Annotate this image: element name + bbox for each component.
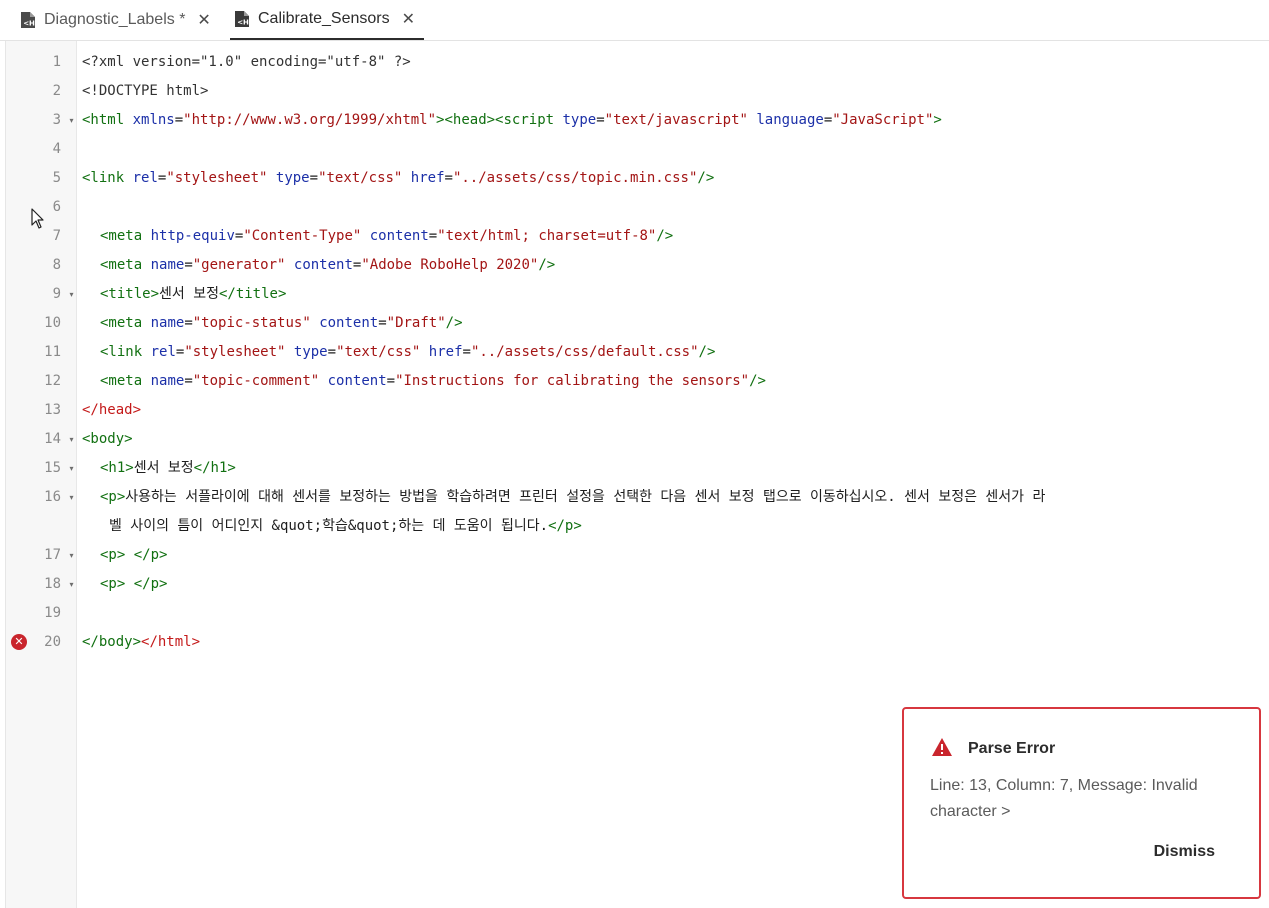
tab-diagnostic-labels[interactable]: <H Diagnostic_Labels * ✕ (20, 0, 216, 40)
code-line: <title>센서 보정</title> (100, 286, 287, 302)
svg-text:<H: <H (237, 19, 249, 27)
code-line: <meta http-equiv="Content-Type" content=… (100, 228, 674, 244)
fold-toggle-icon[interactable]: ▾ (67, 570, 76, 599)
line-number: 5 (52, 170, 61, 186)
line-number: 8 (52, 257, 61, 273)
code-line: <p> </p> (100, 576, 168, 592)
tab-label: Calibrate_Sensors (258, 10, 390, 27)
code-line: <meta name="generator" content="Adobe Ro… (100, 257, 556, 273)
code-line: <link rel="stylesheet" type="text/css" h… (100, 344, 716, 360)
tab-calibrate-sensors[interactable]: <H Calibrate_Sensors ✕ (230, 0, 424, 40)
line-number: 9 (52, 286, 61, 302)
fold-toggle-icon[interactable]: ▾ (67, 106, 76, 135)
alert-triangle-icon (932, 738, 952, 756)
code-line: <body> (82, 431, 133, 447)
line-number: 15 (44, 460, 61, 476)
fold-toggle-icon[interactable]: ▾ (67, 541, 76, 570)
line-number: 12 (44, 373, 61, 389)
line-number: 20 (44, 634, 61, 650)
line-number: 13 (44, 402, 61, 418)
line-number: 11 (44, 344, 61, 360)
line-number-gutter: 1 2 3 ▾ 4 5 6 7 8 9 ▾ 10 11 12 13 14 ▾ 1… (6, 41, 77, 908)
line-number: 14 (44, 431, 61, 447)
close-icon[interactable]: ✕ (197, 10, 210, 30)
code-line: </head> (82, 402, 142, 418)
line-number: 17 (44, 547, 61, 563)
line-number: 16 (44, 489, 61, 505)
line-number: 10 (44, 315, 61, 331)
html-file-icon: <H (235, 11, 249, 27)
dismiss-button[interactable]: Dismiss (1154, 843, 1215, 861)
code-line: <h1>센서 보정</h1> (100, 460, 236, 476)
fold-toggle-icon[interactable]: ▾ (67, 425, 76, 454)
toast-message: Line: 13, Column: 7, Message: Invalid ch… (930, 777, 1198, 820)
line-number: 2 (52, 83, 61, 99)
code-line: <link rel="stylesheet" type="text/css" h… (82, 170, 715, 186)
code-line: <p>사용하는 서플라이에 대해 센서를 보정하는 방법을 학습하려면 프린터 … (100, 489, 1046, 505)
code-line: <?xml version="1.0" encoding="utf-8" ?> (82, 54, 411, 70)
close-icon[interactable]: ✕ (402, 9, 415, 29)
html-file-icon: <H (21, 12, 35, 28)
line-number: 19 (44, 605, 61, 621)
svg-text:<H: <H (23, 20, 35, 28)
mouse-pointer-icon (31, 208, 44, 229)
code-line-wrap: 벨 사이의 틈이 어디인지 &quot;학습&quot;하는 데 도움이 됩니다… (109, 518, 582, 534)
code-line: </body></html> (82, 634, 201, 650)
fold-toggle-icon[interactable]: ▾ (67, 280, 76, 309)
line-number: 3 (52, 112, 61, 128)
toast-title: Parse Error (968, 740, 1056, 757)
line-number: 18 (44, 576, 61, 592)
code-line: <meta name="topic-status" content="Draft… (100, 315, 463, 331)
code-line: <p> </p> (100, 547, 168, 563)
fold-toggle-icon[interactable]: ▾ (67, 454, 76, 483)
code-line: <html xmlns="http://www.w3.org/1999/xhtm… (82, 112, 942, 128)
line-number: 4 (52, 141, 61, 157)
code-line: <meta name="topic-comment" content="Inst… (100, 373, 766, 389)
line-number: 1 (52, 54, 61, 70)
fold-toggle-icon[interactable]: ▾ (67, 483, 76, 512)
parse-error-toast: Parse Error Line: 13, Column: 7, Message… (902, 707, 1261, 899)
code-line: <!DOCTYPE html> (82, 83, 209, 99)
tab-bar: <H Diagnostic_Labels * ✕ <H Calibrate_Se… (0, 0, 1269, 41)
tab-label: Diagnostic_Labels * (44, 11, 186, 28)
